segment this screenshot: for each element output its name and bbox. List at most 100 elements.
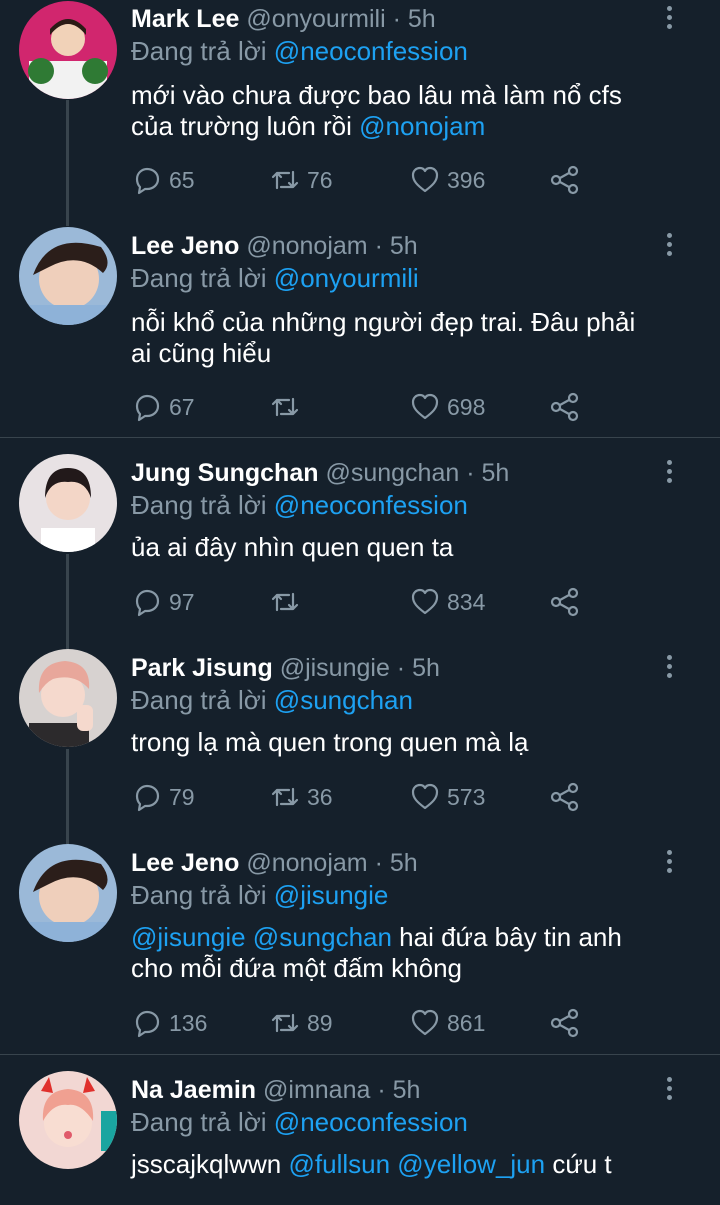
more-options-icon[interactable] [660, 655, 678, 681]
mention-link[interactable]: @fullsun [289, 1149, 391, 1179]
username[interactable]: @jisungie [280, 654, 390, 682]
username[interactable]: @imnana [263, 1076, 370, 1104]
timestamp[interactable]: · 5h [466, 459, 509, 487]
mention-link[interactable]: @sungchan [253, 922, 392, 952]
more-options-icon[interactable] [660, 460, 678, 486]
display-name[interactable]: Mark Lee [131, 5, 239, 33]
tweet[interactable]: Lee Jeno @nonojam · 5h Đang trả lời @jis… [0, 844, 720, 1054]
retweet-button[interactable]: 36 [269, 780, 333, 814]
avatar-image [19, 1071, 117, 1169]
reply-icon [135, 784, 160, 812]
share-button[interactable] [549, 390, 587, 424]
display-name[interactable]: Park Jisung [131, 654, 273, 682]
display-name[interactable]: Na Jaemin [131, 1076, 256, 1104]
retweet-icon [271, 1013, 299, 1033]
avatar[interactable] [19, 1, 117, 99]
replying-to-mention[interactable]: @neoconfession [274, 490, 468, 520]
display-name[interactable]: Lee Jeno [131, 849, 239, 877]
like-button[interactable]: 698 [409, 390, 485, 424]
replying-to-mention[interactable]: @sungchan [274, 685, 413, 715]
timestamp[interactable]: · 5h [397, 654, 440, 682]
tweet-actions: 79 36 573 [131, 780, 691, 814]
avatar[interactable] [19, 649, 117, 747]
timestamp[interactable]: · 5h [375, 232, 418, 260]
mention-link[interactable]: @jisungie [131, 922, 246, 952]
replying-to-label: Đang trả lời [131, 685, 267, 715]
replying-to-label: Đang trả lời [131, 490, 267, 520]
reply-button[interactable]: 67 [131, 390, 195, 424]
display-name[interactable]: Lee Jeno [131, 232, 239, 260]
replying-to-label: Đang trả lời [131, 1107, 267, 1137]
retweet-count: 76 [307, 166, 333, 193]
tweet[interactable]: Na Jaemin @imnana · 5h Đang trả lời @neo… [0, 1071, 720, 1205]
reply-button[interactable]: 136 [131, 1006, 207, 1040]
share-button[interactable] [549, 780, 587, 814]
share-icon [550, 782, 579, 812]
tweet-text: @jisungie @sungchan hai đứa bây tin anh … [131, 922, 691, 984]
share-icon [550, 165, 579, 195]
replying-to-mention[interactable]: @neoconfession [274, 36, 468, 66]
mention-link[interactable]: @nonojam [359, 111, 485, 141]
timestamp[interactable]: · 5h [393, 5, 436, 33]
replying-to-label: Đang trả lời [131, 36, 267, 66]
avatar[interactable] [19, 227, 117, 325]
timestamp[interactable]: · 5h [377, 1076, 420, 1104]
tweet[interactable]: Park Jisung @jisungie · 5h Đang trả lời … [0, 649, 720, 829]
share-button[interactable] [549, 1006, 587, 1040]
tweet-text-line: jsscajkqlwwn @fullsun @yellow_jun cứu t [131, 1149, 691, 1180]
tweet-text-line: cho mỗi đứa một đấm không [131, 953, 463, 983]
avatar[interactable] [19, 1071, 117, 1169]
username[interactable]: @nonojam [246, 232, 367, 260]
username[interactable]: @sungchan [325, 459, 459, 487]
tweet-text: mới vào chưa được bao lâu mà làm nổ cfs … [131, 80, 691, 142]
username[interactable]: @nonojam [246, 849, 367, 877]
tweet-text: nỗi khổ của những người đẹp trai. Đâu ph… [131, 307, 691, 369]
tweet[interactable]: Lee Jeno @nonojam · 5h Đang trả lời @ony… [0, 227, 720, 437]
avatar[interactable] [19, 454, 117, 552]
more-options-icon[interactable] [660, 233, 678, 259]
tweet-header: Jung Sungchan @sungchan · 5h [131, 456, 509, 490]
mention-link[interactable]: @yellow_jun [397, 1149, 545, 1179]
display-name[interactable]: Jung Sungchan [131, 459, 319, 487]
replying-to: Đang trả lời @onyourmili [131, 261, 419, 295]
tweet[interactable]: Jung Sungchan @sungchan · 5h Đang trả lờ… [0, 454, 720, 634]
more-options-icon[interactable] [660, 850, 678, 876]
replying-to-mention[interactable]: @jisungie [274, 880, 389, 910]
reply-button[interactable]: 65 [131, 163, 195, 197]
like-count: 834 [447, 588, 486, 615]
reply-count: 136 [169, 1009, 208, 1036]
tweet-text-line: @jisungie @sungchan hai đứa bây tin anh [131, 922, 691, 953]
tweet-actions: 136 89 861 [131, 1006, 691, 1040]
tweet[interactable]: Mark Lee @onyourmili · 5h Đang trả lời @… [0, 0, 720, 220]
like-count: 396 [447, 166, 486, 193]
tweet-text-fragment: cứu t [545, 1149, 612, 1179]
retweet-icon [271, 787, 299, 807]
retweet-button[interactable]: 89 [269, 1006, 333, 1040]
share-icon [550, 587, 579, 617]
reply-button[interactable]: 97 [131, 585, 195, 619]
retweet-button[interactable] [269, 390, 307, 424]
retweet-button[interactable] [269, 585, 307, 619]
more-options-icon[interactable] [660, 6, 678, 32]
username[interactable]: @onyourmili [246, 5, 385, 33]
tweet-text-line: ai cũng hiểu [131, 338, 272, 368]
share-button[interactable] [549, 585, 587, 619]
like-button[interactable]: 573 [409, 780, 485, 814]
like-button[interactable]: 861 [409, 1006, 485, 1040]
heart-icon [411, 166, 439, 193]
like-count: 573 [447, 783, 486, 810]
retweet-button[interactable]: 76 [269, 163, 333, 197]
like-button[interactable]: 834 [409, 585, 485, 619]
timestamp[interactable]: · 5h [375, 849, 418, 877]
like-count: 698 [447, 393, 486, 420]
share-button[interactable] [549, 163, 587, 197]
avatar-image [19, 227, 117, 325]
replying-to-mention[interactable]: @neoconfession [274, 1107, 468, 1137]
tweet-text: ủa ai đây nhìn quen quen ta [131, 532, 691, 563]
like-button[interactable]: 396 [409, 163, 485, 197]
replying-to-mention[interactable]: @onyourmili [274, 263, 419, 293]
replying-to: Đang trả lời @sungchan [131, 683, 413, 717]
more-options-icon[interactable] [660, 1077, 678, 1103]
avatar[interactable] [19, 844, 117, 942]
reply-button[interactable]: 79 [131, 780, 195, 814]
